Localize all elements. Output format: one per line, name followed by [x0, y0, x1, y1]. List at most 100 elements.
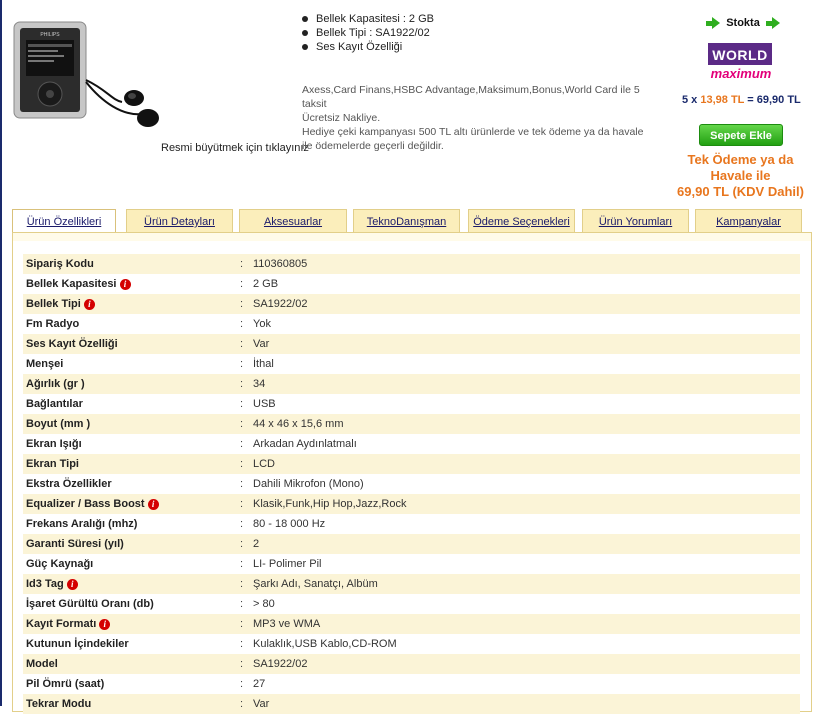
- spec-separator: :: [240, 378, 244, 390]
- spec-separator: :: [240, 578, 244, 590]
- add-to-cart-button[interactable]: Sepete Ekle: [699, 124, 783, 146]
- feature-item: Bellek Tipi : SA1922/02: [300, 26, 434, 40]
- spec-label-cell: Bellek Tipi i: [26, 294, 95, 314]
- spec-label-cell: Garanti Süresi (yıl): [26, 534, 124, 554]
- spec-label: Kutunun İçindekiler: [26, 638, 129, 650]
- spec-row: Güç Kaynağı: LI- Polimer Pil: [23, 554, 800, 574]
- stock-label: Stokta: [726, 17, 760, 29]
- spec-label: İşaret Gürültü Oranı (db): [26, 598, 154, 610]
- spec-label: Bağlantılar: [26, 398, 83, 410]
- spec-row: Kayıt Formatı i: MP3 ve WMA: [23, 614, 800, 634]
- spec-value: MP3 ve WMA: [253, 618, 321, 630]
- spec-label-cell: Fm Radyo: [26, 314, 79, 334]
- device-brand: PHILIPS: [40, 32, 60, 38]
- mp3-player-image[interactable]: PHILIPS: [12, 20, 162, 132]
- spec-label: Pil Ömrü (saat): [26, 678, 105, 690]
- spec-separator: :: [240, 698, 244, 710]
- spec-label: Menşei: [26, 358, 64, 370]
- tab-product-details[interactable]: Ürün Detayları: [126, 209, 233, 233]
- spec-table: Sipariş Kodu:110360805 Bellek Kapasitesi i…: [23, 254, 800, 714]
- spec-row: Ağırlık (gr ):34: [23, 374, 800, 394]
- spec-label-cell: Kutunun İçindekiler: [26, 634, 129, 654]
- product-image[interactable]: PHILIPS: [12, 20, 162, 132]
- spec-separator: :: [240, 278, 244, 290]
- tab-product-reviews[interactable]: Ürün Yorumları: [582, 209, 689, 233]
- spec-value: 27: [253, 678, 266, 690]
- promo-line: Ücretsiz Nakliye.: [302, 112, 381, 124]
- spec-row: Ekstra Özellikler: Dahili Mikrofon (Mono): [23, 474, 800, 494]
- single-payment-text: Tek Ödeme ya da Havale ile: [687, 152, 794, 183]
- stock-status: Stokta: [706, 16, 780, 30]
- arrow-right-icon: [706, 17, 720, 29]
- spec-label-cell: Sipariş Kodu: [26, 254, 94, 274]
- spec-label: Sipariş Kodu: [26, 258, 94, 270]
- spec-row: Id3 Tag i: Şarkı Adı, Sanatçı, Albüm: [23, 574, 800, 594]
- spec-separator: :: [240, 598, 244, 610]
- info-icon[interactable]: i: [66, 578, 78, 590]
- spec-row: Ses Kayıt Özelliği: Var: [23, 334, 800, 354]
- spec-value: SA1922/02: [253, 298, 308, 310]
- world-maximum-card-logo: WORLD maximum: [708, 43, 774, 85]
- single-payment-price: Tek Ödeme ya da Havale ile 69,90 TL (KDV…: [668, 152, 813, 200]
- spec-separator: :: [240, 398, 244, 410]
- spec-value: LI- Polimer Pil: [253, 558, 322, 570]
- image-enlarge-caption[interactable]: Resmi büyütmek için tıklayınız: [161, 142, 309, 154]
- spec-value: LCD: [253, 458, 276, 470]
- spec-separator: :: [240, 358, 244, 370]
- spec-row: Frekans Aralığı (mhz):80 - 18 000 Hz: [23, 514, 800, 534]
- maximum-card-logo: maximum: [710, 66, 772, 81]
- product-tabs: Ürün Özellikleri Ürün Detayları Aksesuar…: [12, 209, 812, 235]
- spec-row: Kutunun İçindekiler: Kulaklık,USB Kablo,C…: [23, 634, 800, 654]
- info-icon[interactable]: i: [119, 278, 131, 290]
- spec-label-cell: Tekrar Modu: [26, 694, 91, 714]
- spec-label-cell: Equalizer / Bass Boost i: [26, 494, 159, 514]
- spec-label: Id3 Tag: [26, 578, 64, 590]
- spec-value: 2: [253, 538, 260, 550]
- spec-row: Sipariş Kodu:110360805: [23, 254, 800, 274]
- world-card-label: WORLD: [712, 47, 768, 63]
- spec-separator: :: [240, 318, 244, 330]
- spec-row: Model: SA1922/02: [23, 654, 800, 674]
- info-icon[interactable]: i: [99, 618, 111, 630]
- spec-separator: :: [240, 558, 244, 570]
- spec-label: Bellek Tipi: [26, 298, 81, 310]
- spec-separator: :: [240, 338, 244, 350]
- spec-value: SA1922/02: [253, 658, 308, 670]
- spec-label-cell: Ekran Işığı: [26, 434, 82, 454]
- spec-separator: :: [240, 298, 244, 310]
- spec-label-cell: İşaret Gürültü Oranı (db): [26, 594, 154, 614]
- spec-value: Arkadan Aydınlatmalı: [253, 438, 357, 450]
- spec-value: İthal: [253, 358, 274, 370]
- arrow-right-icon: [766, 17, 780, 29]
- spec-value: Dahili Mikrofon (Mono): [253, 478, 364, 490]
- spec-label-cell: Güç Kaynağı: [26, 554, 93, 574]
- spec-value: 2 GB: [253, 278, 279, 290]
- spec-row: Bellek Kapasitesi i:2 GB: [23, 274, 800, 294]
- spec-row: İşaret Gürültü Oranı (db): > 80: [23, 594, 800, 614]
- spec-value: > 80: [253, 598, 275, 610]
- spec-value: Var: [253, 698, 270, 710]
- info-icon[interactable]: i: [83, 298, 95, 310]
- page-left-border: [0, 0, 2, 706]
- spec-separator: :: [240, 478, 244, 490]
- installment-total: = 69,90 TL: [747, 94, 801, 106]
- installment-amount: 13,98 TL: [700, 94, 745, 106]
- spec-separator: :: [240, 658, 244, 670]
- spec-label-cell: Ekran Tipi: [26, 454, 79, 474]
- spec-label-cell: Bellek Kapasitesi i: [26, 274, 131, 294]
- promo-text: Axess,Card Finans,HSBC Advantage,Maksimu…: [302, 83, 654, 153]
- tab-payment-options[interactable]: Ödeme Seçenekleri: [468, 209, 575, 233]
- tab-accessories[interactable]: Aksesuarlar: [239, 209, 347, 233]
- spec-row: Ekran Işığı: Arkadan Aydınlatmalı: [23, 434, 800, 454]
- spec-separator: :: [240, 538, 244, 550]
- spec-separator: :: [240, 498, 244, 510]
- world-card-logo: WORLD: [708, 43, 772, 65]
- spec-label: Garanti Süresi (yıl): [26, 538, 124, 550]
- spec-label: Ekstra Özellikler: [26, 478, 112, 490]
- info-icon[interactable]: i: [147, 498, 159, 510]
- spec-label: Ağırlık (gr ): [26, 378, 85, 390]
- tab-campaigns[interactable]: Kampanyalar: [695, 209, 802, 233]
- tab-tekno-danisman[interactable]: TeknoDanışman: [353, 209, 460, 233]
- spec-label-cell: Ekstra Özellikler: [26, 474, 112, 494]
- spec-value: Şarkı Adı, Sanatçı, Albüm: [253, 578, 378, 590]
